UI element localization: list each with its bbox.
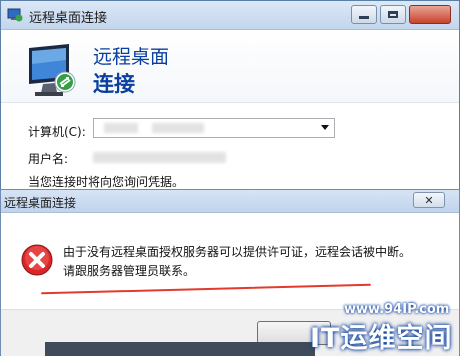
window-title: 远程桌面连接 bbox=[29, 11, 108, 26]
rdp-banner: 远程桌面 连接 bbox=[1, 30, 459, 103]
maximize-icon bbox=[388, 11, 398, 18]
redacted-value bbox=[152, 123, 204, 133]
chevron-down-icon[interactable] bbox=[321, 125, 329, 130]
minimize-icon bbox=[359, 16, 369, 19]
taskbar-strip bbox=[45, 342, 315, 356]
remote-desktop-monitor-icon bbox=[29, 44, 76, 96]
error-message-line1: 由于没有远程桌面授权服务器可以提供许可证，远程会话被中断。 bbox=[63, 245, 412, 259]
username-label: 用户名: bbox=[28, 152, 69, 166]
dialog-title: 远程桌面连接 bbox=[4, 196, 77, 210]
dialog-titlebar[interactable]: 远程桌面连接 ✕ bbox=[1, 190, 459, 213]
watermark-text: IT运维空间 bbox=[310, 323, 453, 354]
dialog-close-button[interactable]: ✕ bbox=[413, 192, 445, 208]
window-titlebar[interactable]: 远程桌面连接 bbox=[1, 1, 459, 30]
error-icon bbox=[21, 244, 53, 276]
credential-hint: 当您连接时将向您询问凭据。 bbox=[28, 175, 185, 189]
redacted-username bbox=[93, 152, 226, 163]
banner-title-line2: 连接 bbox=[93, 72, 135, 96]
rdp-app-icon bbox=[7, 8, 23, 22]
maximize-button[interactable] bbox=[380, 5, 406, 24]
dialog-body bbox=[1, 213, 459, 309]
minimize-button[interactable] bbox=[351, 5, 377, 24]
computer-label: 计算机(C): bbox=[28, 125, 86, 139]
redacted-value bbox=[104, 123, 138, 133]
watermark-url: www.94IP.com bbox=[344, 302, 450, 317]
computer-combobox[interactable] bbox=[93, 118, 335, 138]
close-button[interactable] bbox=[409, 5, 451, 24]
error-message-line2: 请跟服务器管理员联系。 bbox=[63, 264, 196, 278]
banner-title-line1: 远程桌面 bbox=[93, 46, 170, 68]
